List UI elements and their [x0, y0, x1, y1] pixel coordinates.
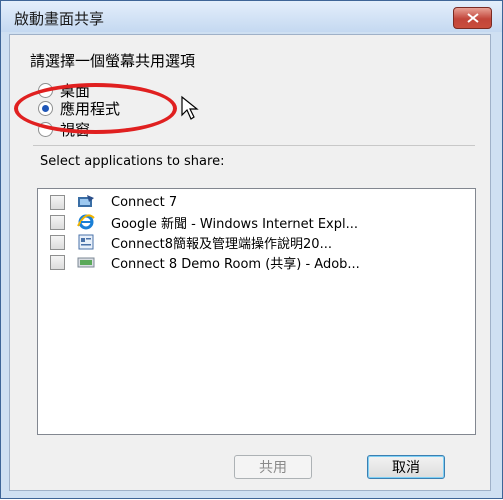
- item-label: Connect8簡報及管理端操作說明20...: [111, 236, 332, 252]
- item-label: Connect 7: [111, 194, 178, 210]
- adobe-connect-icon: [77, 257, 95, 268]
- checkbox[interactable]: [50, 254, 65, 270]
- checkbox[interactable]: [50, 234, 65, 250]
- connect-app-icon: [78, 195, 94, 207]
- separator: [33, 145, 475, 146]
- mouse-cursor-icon: [181, 95, 199, 120]
- close-icon: [466, 13, 479, 23]
- title-bar[interactable]: 啟動畫面共享: [1, 1, 502, 32]
- cancel-button[interactable]: 取消: [367, 455, 445, 479]
- select-applications-label: Select applications to share:: [40, 154, 225, 169]
- share-button[interactable]: 共用: [234, 455, 312, 479]
- list-item[interactable]: Connect8簡報及管理端操作說明20...: [50, 233, 332, 252]
- applications-list[interactable]: Connect 7 Google 新聞 - Windows Internet E…: [37, 188, 476, 435]
- list-item[interactable]: Connect 8 Demo Room (共享) - Adob...: [50, 253, 360, 272]
- close-button[interactable]: [453, 7, 492, 29]
- document-app-icon: [78, 234, 94, 250]
- highlight-ellipse: [14, 83, 177, 134]
- item-label: Google 新聞 - Windows Internet Expl...: [111, 216, 359, 232]
- internet-explorer-icon: [77, 214, 95, 230]
- checkbox[interactable]: [50, 214, 65, 230]
- list-item[interactable]: Connect 7: [50, 193, 177, 211]
- checkbox[interactable]: [50, 194, 65, 210]
- list-item[interactable]: Google 新聞 - Windows Internet Expl...: [50, 213, 359, 232]
- screen-share-heading: 請選擇一個螢幕共用選項: [30, 52, 196, 70]
- item-label: Connect 8 Demo Room (共享) - Adob...: [111, 256, 360, 272]
- window-title: 啟動畫面共享: [14, 10, 105, 28]
